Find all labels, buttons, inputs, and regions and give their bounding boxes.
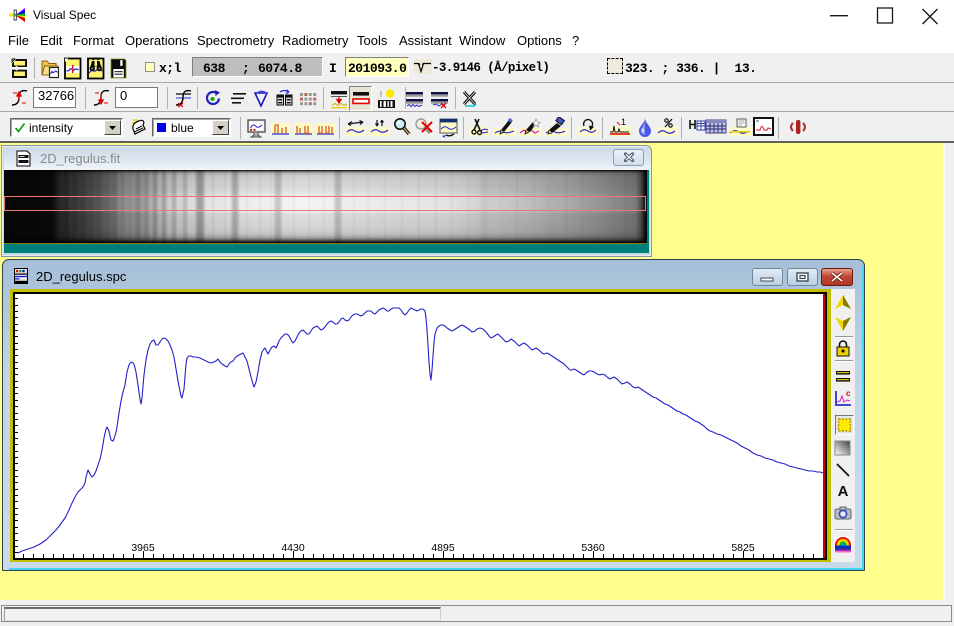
svg-text:5825: 5825: [731, 542, 755, 554]
svg-text:4430: 4430: [281, 542, 305, 554]
svg-text:1: 1: [621, 117, 626, 127]
svg-text:5360: 5360: [581, 542, 605, 554]
svg-text:A: A: [838, 483, 849, 500]
svg-text:4895: 4895: [431, 542, 455, 554]
svg-text:3965: 3965: [131, 542, 155, 554]
svg-text:c: c: [846, 389, 851, 398]
